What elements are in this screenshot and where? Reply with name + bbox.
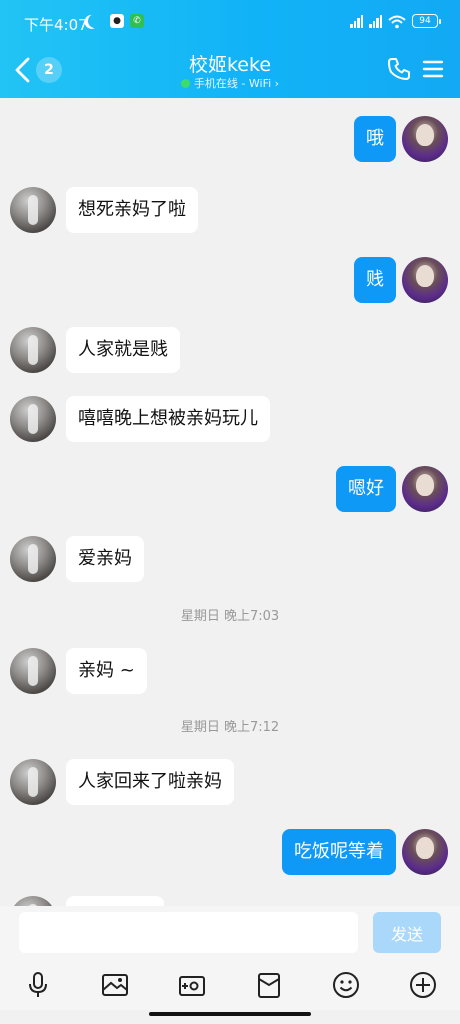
- message-row: 人家回来了啦亲妈: [0, 759, 460, 807]
- battery-level: 94: [419, 16, 431, 26]
- avatar[interactable]: [10, 396, 56, 442]
- avatar[interactable]: [402, 257, 448, 303]
- message-row: 嘻嘻晚上想被亲妈玩儿: [0, 396, 460, 444]
- message-bubble-incoming[interactable]: 人家回来了啦亲妈: [66, 759, 234, 805]
- chat-header: 下午4:07 ● ✆ 94 2 校姬keke 手机在线 - WiFi ›: [0, 0, 460, 98]
- message-timestamp: 星期日 晚上7:03: [180, 609, 280, 624]
- avatar[interactable]: [402, 466, 448, 512]
- status-time: 下午4:07: [24, 16, 88, 34]
- message-bubble-outgoing[interactable]: 嗯好: [336, 466, 396, 512]
- avatar[interactable]: [402, 829, 448, 875]
- message-row: 爱亲妈: [0, 536, 460, 584]
- message-bubble-outgoing[interactable]: 吃饭呢等着: [282, 829, 396, 875]
- message-row: 哦: [0, 116, 460, 164]
- message-row: 想死亲妈了啦: [0, 187, 460, 235]
- message-row: 人家就是贱: [0, 327, 460, 375]
- qq-icon: ●: [110, 14, 124, 28]
- image-icon[interactable]: [100, 970, 130, 1000]
- message-row: 嗯好: [0, 466, 460, 514]
- mic-icon[interactable]: [23, 970, 53, 1000]
- avatar[interactable]: [10, 187, 56, 233]
- online-status-text: 手机在线 - WiFi ›: [193, 77, 280, 90]
- message-row: 亲妈 ~: [0, 648, 460, 696]
- message-bubble-incoming[interactable]: 想死亲妈了啦: [66, 187, 198, 233]
- message-list[interactable]: 哦 想死亲妈了啦 贱 人家就是贱 嘻嘻晚上想被亲妈玩儿 嗯好 爱亲妈 星期日 晚…: [0, 98, 460, 906]
- message-bubble-incoming[interactable]: 嘻嘻晚上想被亲妈玩儿: [66, 396, 270, 442]
- phone-notification-icon: ✆: [130, 14, 144, 28]
- avatar[interactable]: [10, 896, 56, 906]
- status-right-icons: 94: [350, 14, 441, 29]
- avatar[interactable]: [10, 759, 56, 805]
- input-toolbar: [0, 960, 460, 1010]
- home-indicator[interactable]: [149, 1012, 311, 1016]
- battery-icon: 94: [412, 14, 441, 28]
- message-bubble-outgoing[interactable]: 贱: [354, 257, 396, 303]
- emoji-icon[interactable]: [331, 970, 361, 1000]
- send-button[interactable]: 发送: [373, 912, 441, 953]
- message-row: [0, 896, 460, 906]
- message-bubble-outgoing[interactable]: 哦: [354, 116, 396, 162]
- message-bubble-incoming[interactable]: 亲妈 ~: [66, 648, 147, 694]
- status-bar: 下午4:07 ● ✆ 94: [0, 0, 460, 44]
- moon-icon: [86, 12, 104, 30]
- plus-icon[interactable]: [408, 970, 438, 1000]
- red-packet-icon[interactable]: [254, 970, 284, 1000]
- input-bar: 发送: [0, 906, 460, 960]
- online-dot-icon: [180, 79, 190, 88]
- message-row: 吃饭呢等着: [0, 829, 460, 877]
- message-timestamp: 星期日 晚上7:12: [180, 720, 280, 735]
- signal-icon: [350, 14, 363, 28]
- message-bubble-incoming[interactable]: 爱亲妈: [66, 536, 144, 582]
- menu-button[interactable]: [422, 58, 444, 80]
- phone-call-button[interactable]: [386, 56, 412, 82]
- message-row: 贱: [0, 257, 460, 305]
- status-left-icons: ● ✆: [88, 14, 144, 28]
- avatar[interactable]: [10, 648, 56, 694]
- message-input[interactable]: [19, 912, 358, 953]
- wifi-icon: [388, 14, 406, 29]
- avatar[interactable]: [402, 116, 448, 162]
- message-bubble-incoming[interactable]: 人家就是贱: [66, 327, 180, 373]
- message-bubble-incoming[interactable]: [66, 896, 164, 906]
- camera-icon[interactable]: [177, 970, 207, 1000]
- avatar[interactable]: [10, 327, 56, 373]
- signal-icon: [369, 14, 382, 28]
- avatar[interactable]: [10, 536, 56, 582]
